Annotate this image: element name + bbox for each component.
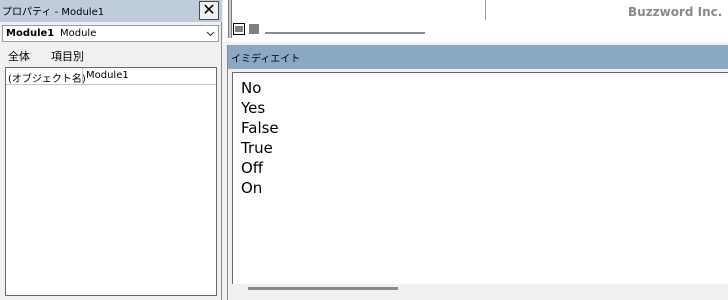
properties-title: プロパティ - Module1 — [2, 7, 105, 18]
chevron-down-icon[interactable] — [206, 29, 215, 38]
object-type: Module — [60, 28, 97, 39]
properties-window: プロパティ - Module1 ✕ Module1 Module 全体 項目別 … — [0, 0, 222, 300]
object-selector[interactable]: Module1 Module — [2, 25, 219, 42]
splitter-handle[interactable] — [228, 0, 232, 38]
output-line: True — [241, 139, 273, 157]
immediate-window: イミディエイト No Yes False True Off On — [227, 45, 728, 300]
code-divider — [485, 0, 486, 20]
property-value[interactable]: Module1 — [86, 70, 129, 81]
procedure-view-icon[interactable] — [233, 23, 245, 35]
output-line: Yes — [241, 99, 266, 117]
immediate-horizontal-scrollbar[interactable] — [248, 287, 398, 290]
property-grid: (オブジェクト名) Module1 — [5, 67, 217, 296]
immediate-title-bar: イミディエイト — [228, 45, 728, 69]
code-horizontal-scrollbar[interactable] — [265, 32, 425, 34]
output-line: Off — [241, 159, 264, 177]
output-line: False — [241, 119, 279, 137]
property-name: (オブジェクト名) — [8, 74, 86, 85]
tab-categorized[interactable]: 項目別 — [51, 48, 84, 64]
properties-title-bar: プロパティ - Module1 ✕ — [0, 0, 222, 22]
close-button[interactable]: ✕ — [199, 1, 219, 20]
watermark: Buzzword Inc. — [628, 5, 723, 19]
immediate-title: イミディエイト — [231, 54, 301, 65]
vba-editor: プロパティ - Module1 ✕ Module1 Module 全体 項目別 … — [0, 0, 728, 300]
immediate-output[interactable]: No Yes False True Off On — [232, 72, 728, 284]
close-icon: ✕ — [202, 0, 216, 19]
tab-alphabetic[interactable]: 全体 — [8, 48, 30, 64]
output-line: On — [241, 179, 263, 197]
full-module-view-icon[interactable] — [248, 23, 260, 35]
property-row[interactable]: (オブジェクト名) Module1 — [6, 68, 216, 85]
object-name: Module1 — [6, 28, 55, 39]
property-divider — [82, 68, 83, 85]
output-line: No — [241, 79, 262, 97]
